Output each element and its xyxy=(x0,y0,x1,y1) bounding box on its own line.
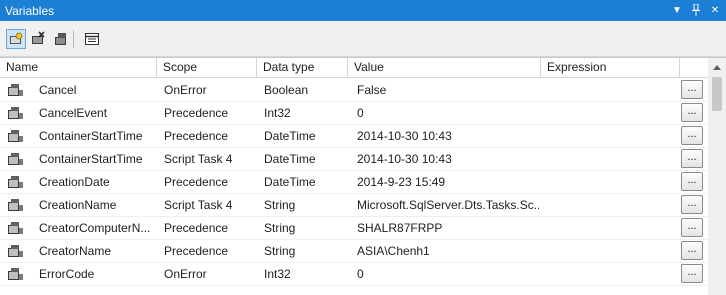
expression-ellipsis-button[interactable]: ... xyxy=(681,80,703,99)
grid-options-button[interactable] xyxy=(82,29,102,49)
cell-scope[interactable]: Precedence xyxy=(164,171,256,194)
variable-icon xyxy=(8,268,23,280)
expression-ellipsis-button[interactable]: ... xyxy=(681,103,703,122)
cell-name[interactable]: ContainerStartTime xyxy=(39,148,155,171)
table-row[interactable]: Cancel OnError Boolean False... xyxy=(0,79,708,102)
cell-scope[interactable]: Precedence xyxy=(164,125,256,148)
variable-icon xyxy=(8,199,23,211)
cell-scope[interactable]: Precedence xyxy=(164,102,256,125)
cell-data-type[interactable]: String xyxy=(264,240,346,263)
toolbar-separator xyxy=(73,30,74,48)
cell-expression[interactable] xyxy=(547,263,677,286)
close-icon[interactable]: ✕ xyxy=(708,2,722,18)
variable-icon xyxy=(8,130,23,142)
grid-header: Name Scope Data type Value Expression xyxy=(0,58,708,78)
cell-expression[interactable] xyxy=(547,194,677,217)
pin-icon[interactable] xyxy=(689,2,703,18)
cell-value[interactable]: 0 xyxy=(357,102,539,125)
expression-ellipsis-button[interactable]: ... xyxy=(681,149,703,168)
cell-name[interactable]: ErrorCode xyxy=(39,263,155,286)
cell-data-type[interactable]: DateTime xyxy=(264,171,346,194)
cell-value[interactable]: ASIA\Chenh1 xyxy=(357,240,539,263)
table-row[interactable]: CreationName Script Task 4 String Microsoft… xyxy=(0,194,708,217)
cell-scope[interactable]: Script Task 4 xyxy=(164,194,256,217)
expression-ellipsis-button[interactable]: ... xyxy=(681,126,703,145)
cell-expression[interactable] xyxy=(547,171,677,194)
scrollbar-thumb[interactable] xyxy=(712,77,722,111)
variable-icon xyxy=(8,176,23,188)
table-row[interactable]: ContainerStartTime Script Task 4 DateTime 2… xyxy=(0,148,708,171)
variable-icon xyxy=(8,222,23,234)
table-row[interactable]: ErrorCode OnError Int32 0... xyxy=(0,263,708,286)
cell-value[interactable]: 0 xyxy=(357,263,539,286)
variables-toolbar xyxy=(0,21,726,57)
variable-icon xyxy=(8,245,23,257)
table-row[interactable]: CancelEvent Precedence Int32 0... xyxy=(0,102,708,125)
add-variable-button[interactable] xyxy=(6,29,26,49)
show-all-variables-button[interactable] xyxy=(51,29,71,49)
table-row[interactable]: CreationDate Precedence DateTime 2014-9-23 … xyxy=(0,171,708,194)
cell-value[interactable]: 2014-9-23 15:49 xyxy=(357,171,539,194)
add-variable-icon xyxy=(10,32,23,44)
expression-ellipsis-button[interactable]: ... xyxy=(681,218,703,237)
cell-value[interactable]: Microsoft.SqlServer.Dts.Tasks.Sc... xyxy=(357,194,539,217)
expression-ellipsis-button[interactable]: ... xyxy=(681,195,703,214)
variable-icon xyxy=(8,153,23,165)
vertical-scrollbar[interactable] xyxy=(708,58,726,295)
cell-data-type[interactable]: DateTime xyxy=(264,125,346,148)
column-header-value[interactable]: Value xyxy=(348,58,541,78)
cell-expression[interactable] xyxy=(547,102,677,125)
cell-data-type[interactable]: Int32 xyxy=(264,263,346,286)
cell-expression[interactable] xyxy=(547,125,677,148)
cell-data-type[interactable]: String xyxy=(264,217,346,240)
cell-name[interactable]: CreatorComputerN... xyxy=(39,217,155,240)
expression-ellipsis-button[interactable]: ... xyxy=(681,241,703,260)
variables-grid: Name Scope Data type Value Expression Ca… xyxy=(0,57,726,295)
table-row[interactable]: CreatorComputerN... Precedence String SHALR… xyxy=(0,217,708,240)
scroll-up-icon[interactable] xyxy=(713,65,721,70)
column-header-name[interactable]: Name xyxy=(0,58,157,78)
cell-expression[interactable] xyxy=(547,148,677,171)
cell-scope[interactable]: OnError xyxy=(164,79,256,102)
cell-scope[interactable]: Script Task 4 xyxy=(164,148,256,171)
cell-name[interactable]: CreatorName xyxy=(39,240,155,263)
cell-name[interactable]: CreationDate xyxy=(39,171,155,194)
variable-icon xyxy=(8,84,23,96)
window-controls: ▼ ✕ xyxy=(670,2,722,18)
cell-name[interactable]: CancelEvent xyxy=(39,102,155,125)
delete-variable-icon xyxy=(32,31,45,44)
cell-expression[interactable] xyxy=(547,240,677,263)
cell-name[interactable]: CreationName xyxy=(39,194,155,217)
cell-expression[interactable] xyxy=(547,79,677,102)
dropdown-icon[interactable]: ▼ xyxy=(670,2,684,18)
cell-data-type[interactable]: DateTime xyxy=(264,148,346,171)
cell-value[interactable]: 2014-10-30 10:43 xyxy=(357,148,539,171)
cell-data-type[interactable]: Boolean xyxy=(264,79,346,102)
cell-value[interactable]: SHALR87FRPP xyxy=(357,217,539,240)
tool-window-titlebar: Variables ▼ ✕ xyxy=(0,0,726,21)
show-all-variables-icon xyxy=(55,33,66,45)
cell-expression[interactable] xyxy=(547,217,677,240)
cell-name[interactable]: Cancel xyxy=(39,79,155,102)
cell-data-type[interactable]: Int32 xyxy=(264,102,346,125)
cell-scope[interactable]: Precedence xyxy=(164,217,256,240)
table-row[interactable]: ContainerStartTime Precedence DateTime 2014… xyxy=(0,125,708,148)
cell-name[interactable]: ContainerStartTime xyxy=(39,125,155,148)
variable-icon xyxy=(8,107,23,119)
column-header-expression-button xyxy=(680,58,708,78)
column-header-expression[interactable]: Expression xyxy=(541,58,680,78)
cell-scope[interactable]: Precedence xyxy=(164,240,256,263)
column-header-data-type[interactable]: Data type xyxy=(257,58,348,78)
delete-variable-button[interactable] xyxy=(28,29,48,49)
cell-value[interactable]: 2014-10-30 10:43 xyxy=(357,125,539,148)
expression-ellipsis-button[interactable]: ... xyxy=(681,264,703,283)
grid-options-icon xyxy=(85,33,99,45)
window-title: Variables xyxy=(5,3,55,18)
cell-value[interactable]: False xyxy=(357,79,539,102)
table-row[interactable]: CreatorName Precedence String ASIA\Chenh1..… xyxy=(0,240,708,263)
cell-data-type[interactable]: String xyxy=(264,194,346,217)
expression-ellipsis-button[interactable]: ... xyxy=(681,172,703,191)
cell-scope[interactable]: OnError xyxy=(164,263,256,286)
column-header-scope[interactable]: Scope xyxy=(157,58,257,78)
